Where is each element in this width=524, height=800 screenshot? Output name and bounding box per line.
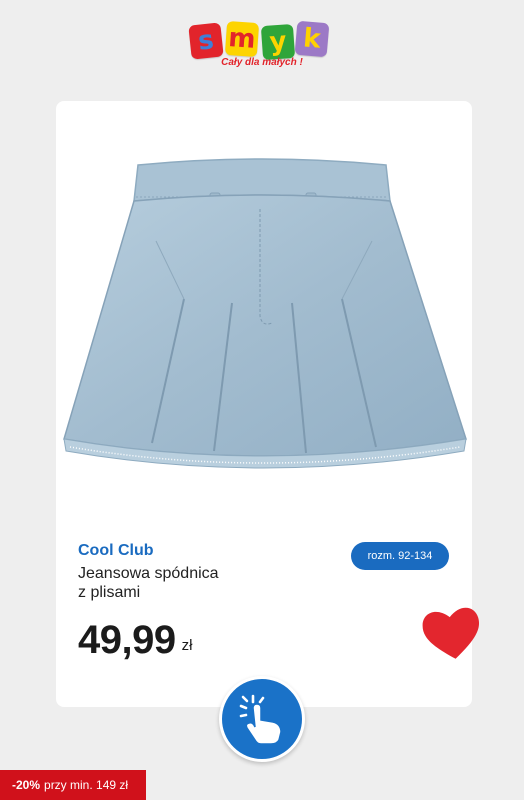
tap-button[interactable] [219, 676, 305, 762]
logo-tile-s: s [188, 22, 224, 60]
logo-tiles: s m y k [188, 20, 334, 61]
product-name: Jeansowa spódnica z plisami [78, 564, 278, 602]
price-currency: zł [181, 637, 193, 654]
product-card[interactable]: Cool Club Jeansowa spódnica z plisami ro… [56, 101, 472, 707]
product-name-line-1: Jeansowa spódnica [78, 565, 219, 582]
logo-tagline: Cały dla małych ! [221, 57, 303, 68]
logo-tile-k: k [294, 20, 330, 58]
product-image[interactable] [56, 101, 472, 521]
product-brand: Cool Club [78, 542, 154, 559]
promo-discount: -20% [12, 778, 41, 792]
size-badge: rozm. 92-134 [351, 542, 449, 570]
logo-tile-m: m [224, 20, 260, 58]
heart-icon[interactable] [420, 603, 484, 663]
product-name-line-2: z plisami [78, 584, 141, 601]
smyk-logo: s m y k Cały dla małych ! [188, 20, 334, 74]
product-price: 49,99 zł [78, 618, 192, 662]
price-value: 49,99 [78, 618, 176, 662]
promo-banner[interactable]: -20% przy min. 149 zł [0, 770, 146, 800]
hand-tap-icon [239, 694, 282, 745]
promo-condition: przy min. 149 zł [44, 778, 129, 792]
logo-tile-y: y [260, 23, 296, 61]
